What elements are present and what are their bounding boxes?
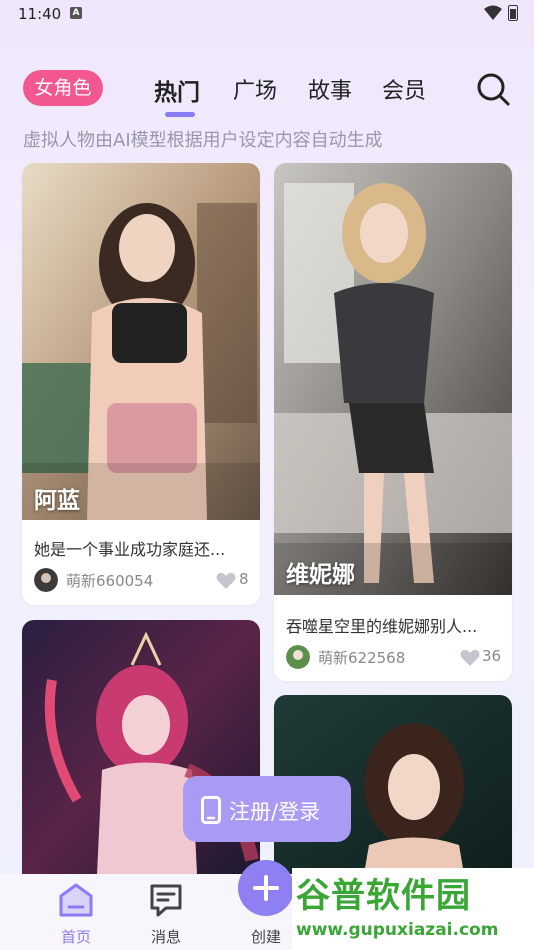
watermark: 谷普软件园 www.gupuxiazai.com	[292, 868, 534, 950]
wifi-icon	[484, 5, 502, 20]
message-icon	[150, 884, 182, 917]
status-bar: 11:40 A	[0, 0, 534, 28]
active-tab-indicator	[165, 112, 195, 117]
like-count: 8	[239, 570, 249, 588]
register-login-label: 注册/登录	[229, 800, 321, 824]
character-description: 她是一个事业成功家庭还...	[34, 540, 226, 559]
nav-home[interactable]: 首页	[46, 874, 106, 950]
author-avatar	[34, 568, 58, 592]
phone-icon	[201, 796, 221, 824]
tab-story[interactable]: 故事	[308, 73, 352, 105]
author-name: 萌新622568	[318, 649, 406, 667]
home-icon	[59, 883, 93, 917]
heart-icon[interactable]	[216, 572, 236, 590]
nav-messages[interactable]: 消息	[136, 874, 196, 950]
character-card[interactable]: 阿蓝 她是一个事业成功家庭还... 萌新660054 8	[22, 163, 260, 605]
character-card[interactable]: 维妮娜 吞噬星空里的维妮娜别人... 萌新622568 36	[274, 163, 512, 681]
register-login-button[interactable]: 注册/登录	[183, 776, 351, 842]
tab-square[interactable]: 广场	[233, 73, 277, 105]
character-name: 维妮娜	[286, 562, 355, 588]
tab-hot[interactable]: 热门	[154, 73, 200, 107]
character-image	[274, 163, 512, 595]
heart-icon[interactable]	[460, 649, 480, 667]
author-avatar	[286, 645, 310, 669]
watermark-title: 谷普软件园	[296, 876, 471, 916]
battery-icon	[508, 5, 518, 21]
nav-create-label: 创建	[250, 928, 281, 946]
status-time: 11:40	[18, 5, 62, 23]
character-description: 吞噬星空里的维妮娜别人...	[286, 617, 478, 636]
tab-member[interactable]: 会员	[382, 73, 426, 105]
search-icon[interactable]	[476, 72, 510, 106]
a-notification-icon: A	[70, 7, 82, 19]
watermark-url: www.gupuxiazai.com	[296, 920, 499, 940]
character-image	[22, 163, 260, 520]
author-name: 萌新660054	[66, 572, 154, 590]
create-button[interactable]	[238, 860, 294, 916]
nav-home-label: 首页	[60, 928, 91, 946]
disclaimer-subtitle: 虚拟人物由AI模型根据用户设定内容自动生成	[23, 130, 383, 151]
category-pill[interactable]: 女角色	[23, 70, 103, 106]
like-count: 36	[482, 647, 502, 665]
character-name: 阿蓝	[34, 488, 80, 514]
nav-messages-label: 消息	[150, 928, 181, 946]
